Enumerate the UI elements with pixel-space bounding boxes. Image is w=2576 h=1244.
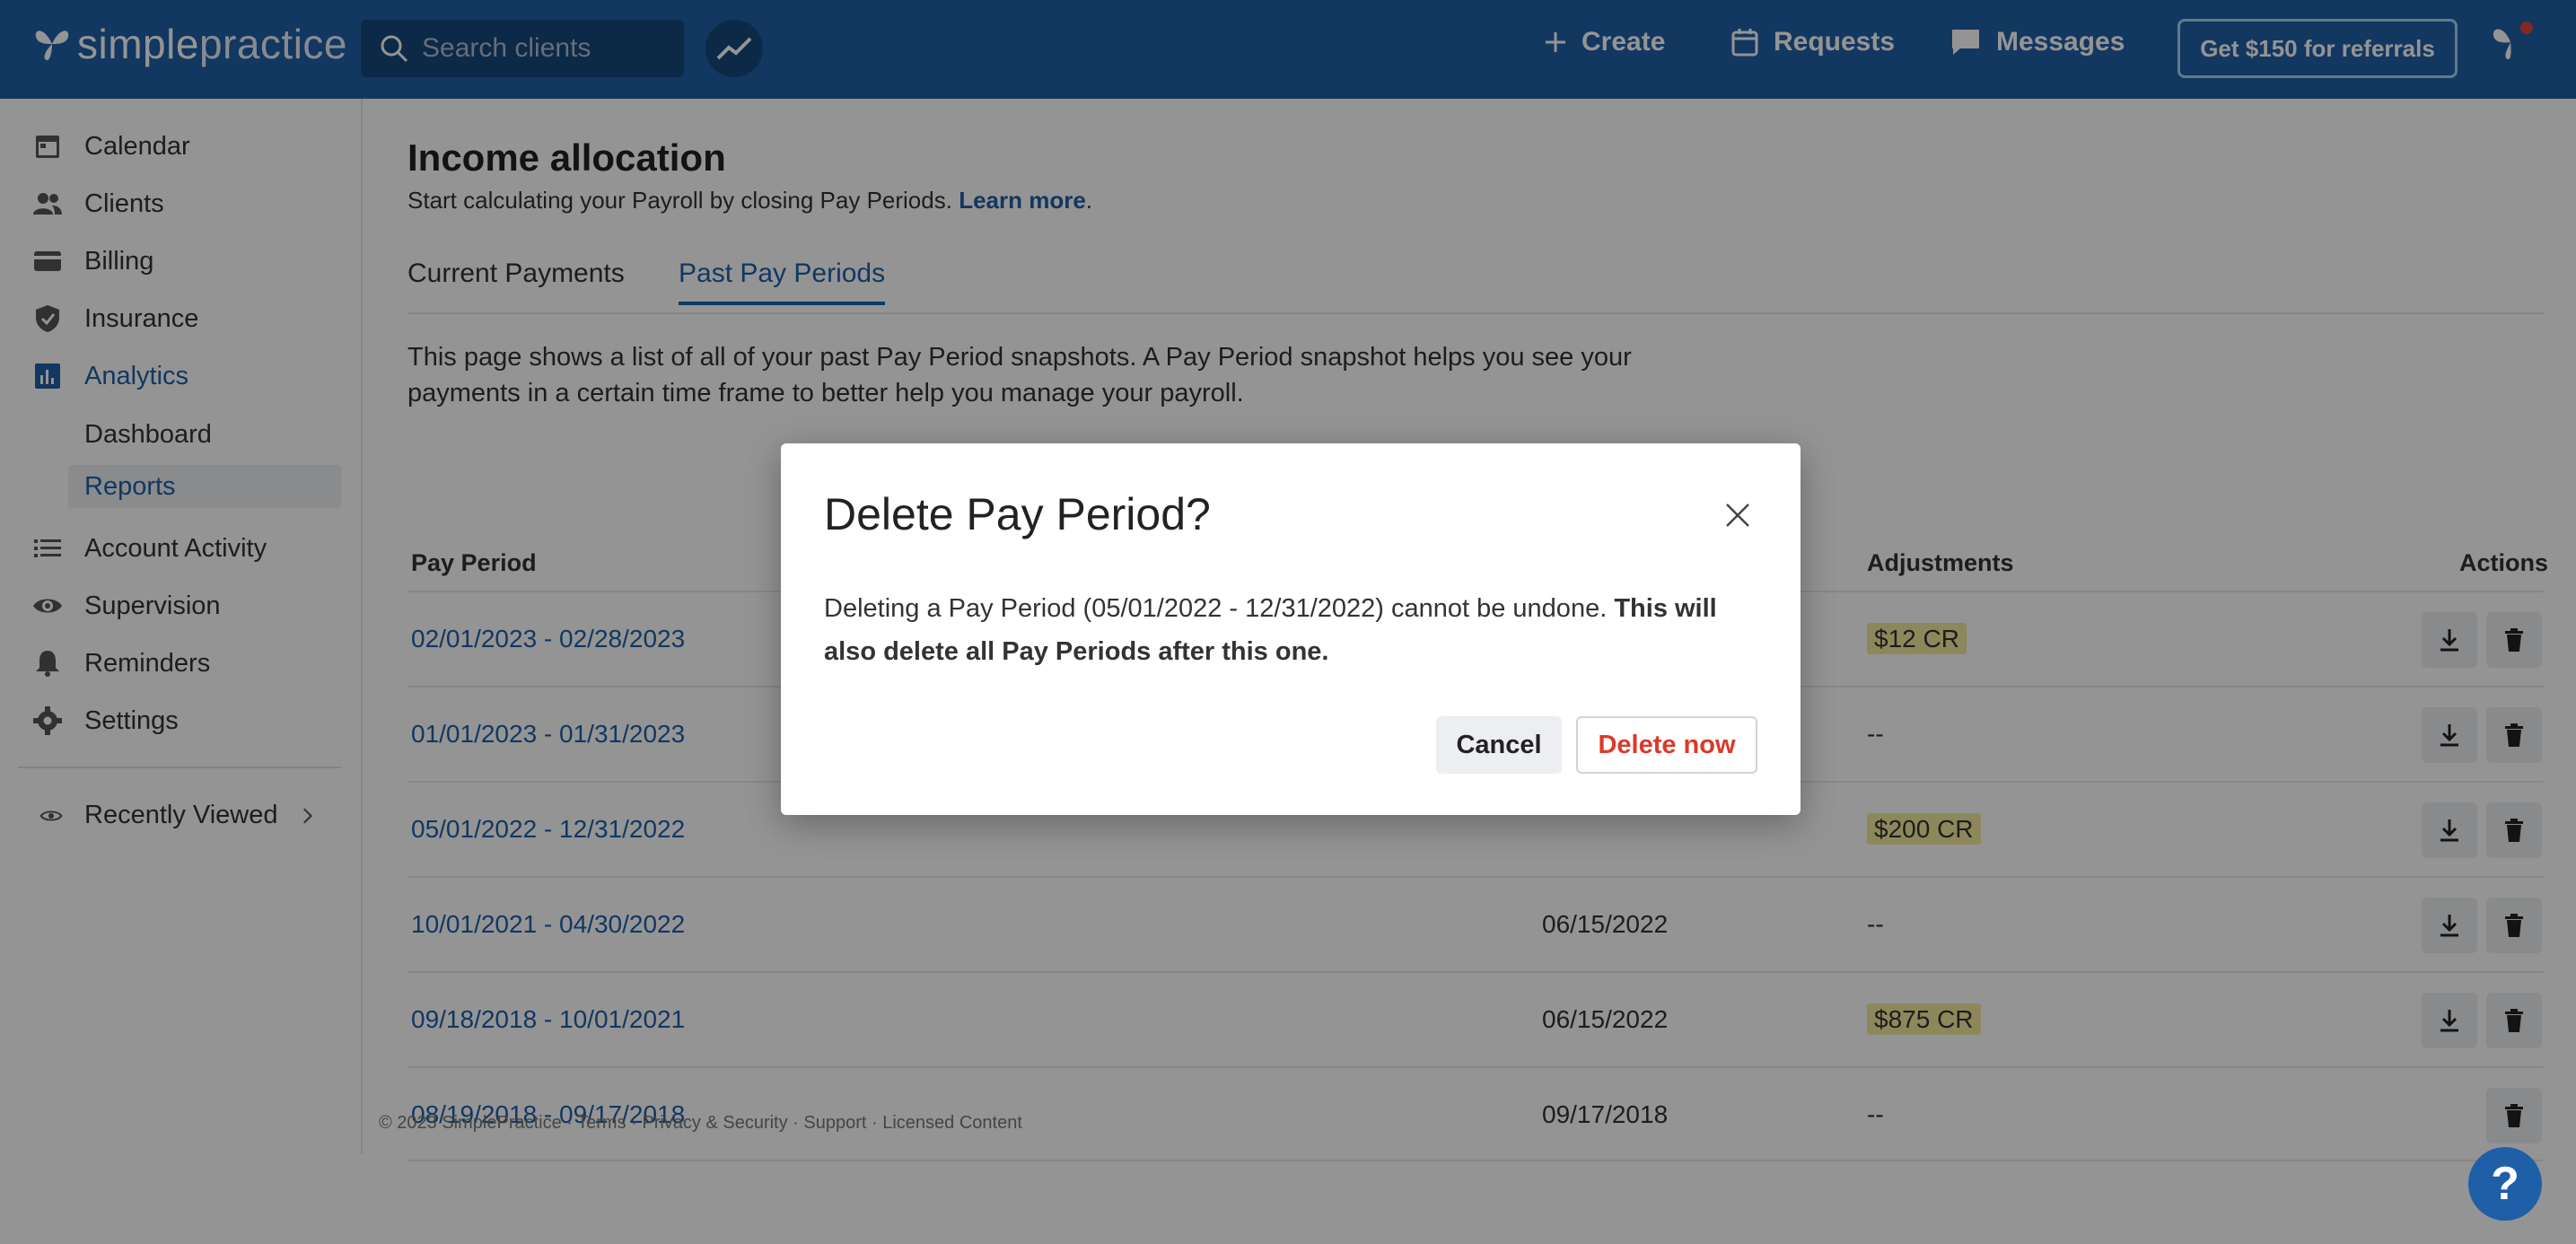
dialog-title: Delete Pay Period? — [824, 489, 1211, 539]
dialog-message: Deleting a Pay Period (05/01/2022 - 12/3… — [824, 587, 1757, 673]
cancel-button[interactable]: Cancel — [1436, 716, 1562, 774]
delete-pay-period-dialog: Delete Pay Period? Deleting a Pay Period… — [781, 443, 1801, 815]
close-button[interactable] — [1720, 497, 1756, 533]
delete-now-button[interactable]: Delete now — [1576, 716, 1757, 774]
close-icon — [1726, 504, 1749, 527]
help-button[interactable]: ? — [2468, 1147, 2542, 1221]
dialog-message-text: Deleting a Pay Period (05/01/2022 - 12/3… — [824, 594, 1608, 623]
